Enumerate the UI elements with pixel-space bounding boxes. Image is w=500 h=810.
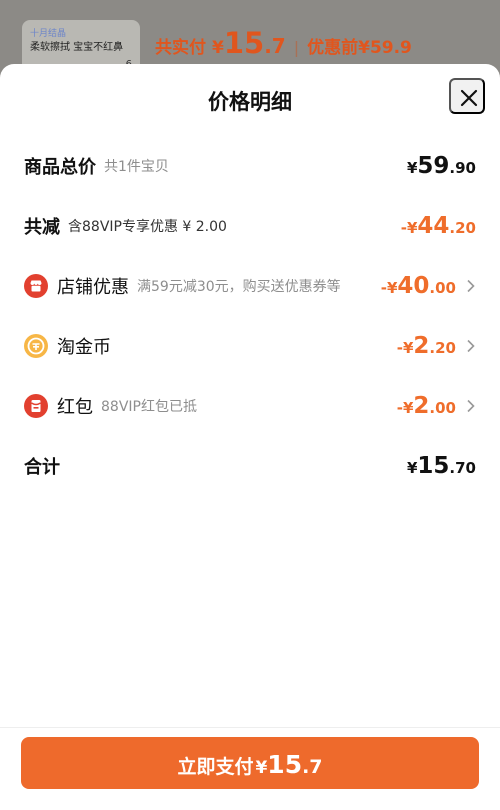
pay-now-currency: ¥ [255, 758, 268, 778]
store-discount-label: 店铺优惠 [57, 277, 129, 298]
summary-separator: | [293, 38, 300, 57]
taojinbi-label: 淘金币 [57, 337, 111, 358]
price-detail-sheet: 价格明细 商品总价 共1件宝贝 ¥ 59 .90 共减 含88VIP专享优惠 ¥… [0, 64, 500, 810]
vip-discount-note: 含88VIP专享优惠 ¥ 2.00 [68, 219, 227, 235]
row-total-price: 商品总价 共1件宝贝 ¥ 59 .90 [24, 149, 476, 183]
row-red-packet[interactable]: 红包 88VIP红包已抵 -¥ 2 .00 [24, 389, 476, 423]
close-button[interactable] [449, 78, 485, 114]
taojinbi-currency: -¥ [396, 339, 414, 357]
chevron-right-icon [467, 339, 475, 353]
pay-now-label: 立即支付 [177, 756, 254, 778]
total-price-count: 共1件宝贝 [104, 159, 169, 175]
total-price-integer: 59 [417, 153, 450, 179]
chevron-right-icon [467, 399, 475, 413]
total-discount-label: 共减 [24, 217, 60, 238]
grand-total-fraction: .70 [449, 459, 476, 477]
total-price-label: 商品总价 [24, 157, 96, 178]
red-packet-note: 88VIP红包已抵 [101, 399, 197, 415]
store-discount-amount: -¥ 40 .00 [381, 269, 456, 303]
pay-now-fraction: .7 [302, 756, 323, 778]
pay-now-button[interactable]: 立即支付 ¥ 15 .7 [21, 737, 479, 789]
sheet-title: 价格明细 [208, 90, 292, 114]
grand-total-currency: ¥ [406, 459, 418, 477]
coin-icon [24, 334, 48, 358]
total-discount-amount: -¥ 44 .20 [401, 209, 476, 243]
taojinbi-fraction: .20 [429, 339, 456, 357]
red-packet-integer: 2 [413, 393, 430, 419]
store-discount-fraction: .00 [429, 279, 456, 297]
paid-currency: ¥ [212, 38, 224, 58]
total-price-currency: ¥ [406, 159, 418, 177]
total-discount-integer: 44 [417, 213, 450, 239]
grand-total-amount: ¥ 15 .70 [407, 449, 476, 483]
row-grand-total: 合计 ¥ 15 .70 [24, 449, 476, 483]
store-icon [24, 274, 48, 298]
thumbnail-caption: 柔软擦拭 宝宝不红鼻 [30, 42, 124, 53]
taojinbi-integer: 2 [413, 333, 430, 359]
pay-now-integer: 15 [267, 750, 303, 779]
row-store-discount[interactable]: 店铺优惠 满59元减30元，购买送优惠券等 -¥ 40 .00 [24, 269, 476, 303]
grand-total-integer: 15 [417, 453, 450, 479]
chevron-right-icon [467, 279, 475, 293]
row-taojinbi[interactable]: 淘金币 -¥ 2 .20 [24, 329, 476, 363]
store-discount-note: 满59元减30元，购买送优惠券等 [137, 279, 341, 295]
red-packet-currency: -¥ [396, 399, 414, 417]
taojinbi-amount: -¥ 2 .20 [397, 329, 456, 363]
total-price-fraction: .90 [449, 159, 476, 177]
row-total-discount: 共减 含88VIP专享优惠 ¥ 2.00 -¥ 44 .20 [24, 209, 476, 243]
payment-summary: 共实付 ¥ 15 .7 | 优惠前¥59.9 [155, 26, 412, 60]
paid-label: 共实付 [155, 38, 206, 58]
red-packet-fraction: .00 [429, 399, 456, 417]
close-icon [460, 89, 478, 107]
footer-divider [0, 727, 500, 728]
red-packet-label: 红包 [57, 397, 93, 418]
red-packet-icon [24, 394, 48, 418]
store-discount-currency: -¥ [380, 279, 398, 297]
paid-integer: 15 [223, 26, 265, 60]
price-before-discount: 优惠前¥59.9 [307, 38, 412, 58]
store-discount-integer: 40 [397, 273, 430, 299]
paid-fraction: .7 [264, 34, 286, 58]
grand-total-label: 合计 [24, 457, 60, 478]
total-price-amount: ¥ 59 .90 [407, 149, 476, 183]
red-packet-amount: -¥ 2 .00 [397, 389, 456, 423]
total-discount-currency: -¥ [400, 219, 418, 237]
total-discount-fraction: .20 [449, 219, 476, 237]
